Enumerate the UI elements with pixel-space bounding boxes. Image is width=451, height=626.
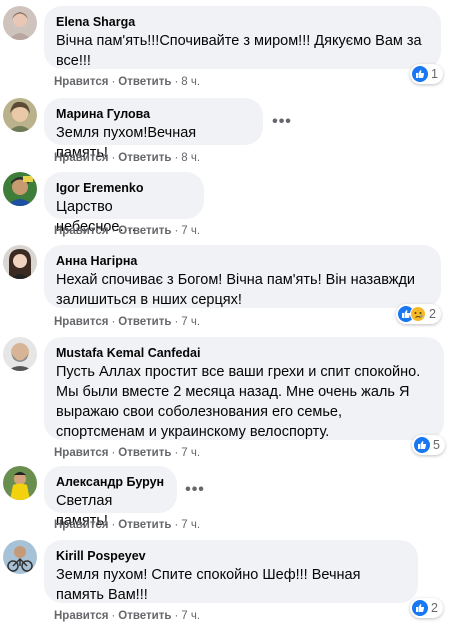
comment-actions: Нравится · Ответить · 7 ч.: [54, 316, 201, 328]
reaction-count: 1: [431, 67, 438, 81]
avatar-image: [3, 6, 37, 40]
like-link[interactable]: Нравится: [54, 447, 108, 459]
comment-text: Пусть Аллах простит все ваши грехи и спи…: [56, 364, 421, 440]
reply-link[interactable]: Ответить: [118, 152, 171, 164]
comment-bubble: Elena Sharga Вічна пам'ять!!!Спочивайте …: [44, 6, 441, 69]
avatar-image: [3, 172, 37, 206]
comment-author[interactable]: Александр Бурун: [56, 474, 165, 490]
comment-bubble: Mustafa Kemal Canfedai Пусть Аллах прост…: [44, 337, 444, 440]
avatar-image: [3, 245, 37, 279]
avatar-image: [3, 337, 37, 371]
comment-bubble: Igor Eremenko Царство небесное....: [44, 172, 204, 235]
comment-actions: Нравится · Ответить · 7 ч.: [54, 225, 201, 237]
comment-author[interactable]: Mustafa Kemal Canfedai: [56, 345, 432, 361]
comment-bubble: Александр Бурун Светлая память!: [44, 466, 177, 529]
avatar[interactable]: [3, 337, 37, 371]
like-link[interactable]: Нравится: [54, 610, 108, 622]
like-icon: [412, 66, 428, 82]
reaction-count: 5: [433, 438, 440, 452]
comment-timestamp[interactable]: 7 ч.: [181, 519, 200, 531]
comment-timestamp[interactable]: 8 ч.: [181, 152, 200, 164]
reply-link[interactable]: Ответить: [118, 76, 171, 88]
avatar[interactable]: [3, 98, 37, 132]
like-link[interactable]: Нравится: [54, 225, 108, 237]
reaction-count: 2: [431, 601, 438, 615]
comment-bubble: Марина Гулова Земля пухом!Вечная память!: [44, 98, 263, 161]
comment-actions: Нравится · Ответить · 7 ч.: [54, 610, 201, 622]
comment-author[interactable]: Igor Eremenko: [56, 180, 192, 196]
like-link[interactable]: Нравится: [54, 519, 108, 531]
avatar[interactable]: [3, 466, 37, 500]
like-link[interactable]: Нравится: [54, 316, 108, 328]
comment-timestamp[interactable]: 7 ч.: [181, 225, 200, 237]
like-link[interactable]: Нравится: [54, 76, 108, 88]
comment-author[interactable]: Kirill Pospeyev: [56, 548, 406, 564]
like-icon: [412, 600, 428, 616]
more-options-button[interactable]: •••: [182, 477, 208, 503]
reaction-count: 2: [429, 307, 436, 321]
reaction-summary[interactable]: 5: [412, 435, 445, 455]
comment-author[interactable]: Elena Sharga: [56, 14, 429, 30]
more-options-button[interactable]: •••: [269, 109, 295, 135]
like-link[interactable]: Нравится: [54, 152, 108, 164]
comment-timestamp[interactable]: 7 ч.: [181, 316, 200, 328]
reply-link[interactable]: Ответить: [118, 447, 171, 459]
comment-author[interactable]: Анна Нагірна: [56, 253, 429, 269]
comment-author[interactable]: Марина Гулова: [56, 106, 251, 122]
reply-link[interactable]: Ответить: [118, 519, 171, 531]
avatar[interactable]: [3, 540, 37, 574]
like-icon: [414, 437, 430, 453]
comment-timestamp[interactable]: 7 ч.: [181, 610, 200, 622]
comment-timestamp[interactable]: 8 ч.: [181, 76, 200, 88]
avatar-image: [3, 466, 37, 500]
avatar-image: [3, 98, 37, 132]
reply-link[interactable]: Ответить: [118, 225, 171, 237]
avatar[interactable]: [3, 245, 37, 279]
comment-actions: Нравится · Ответить · 7 ч.: [54, 519, 201, 531]
avatar-image: [3, 540, 37, 574]
reaction-summary[interactable]: 2: [396, 304, 441, 324]
comment-timestamp[interactable]: 7 ч.: [181, 447, 200, 459]
reply-link[interactable]: Ответить: [118, 316, 171, 328]
avatar[interactable]: [3, 172, 37, 206]
reaction-summary[interactable]: 2: [410, 598, 443, 618]
comment-bubble: Kirill Pospeyev Земля пухом! Спите споко…: [44, 540, 418, 603]
comment-text: Земля пухом! Спите спокойно Шеф!!! Вечна…: [56, 567, 361, 603]
comment-actions: Нравится · Ответить · 7 ч.: [54, 447, 201, 459]
comment-text: Нехай спочиває з Богом! Вічна пам'ять! В…: [56, 272, 416, 308]
comment-text: Вічна пам'ять!!!Спочивайте з миром!!! Дя…: [56, 33, 422, 69]
comment-actions: Нравится · Ответить · 8 ч.: [54, 152, 201, 164]
reaction-summary[interactable]: 1: [410, 64, 443, 84]
avatar[interactable]: [3, 6, 37, 40]
comment-actions: Нравится · Ответить · 8 ч.: [54, 76, 201, 88]
comment-bubble: Анна Нагірна Нехай спочиває з Богом! Віч…: [44, 245, 441, 308]
reply-link[interactable]: Ответить: [118, 610, 171, 622]
sad-icon: [410, 306, 426, 322]
